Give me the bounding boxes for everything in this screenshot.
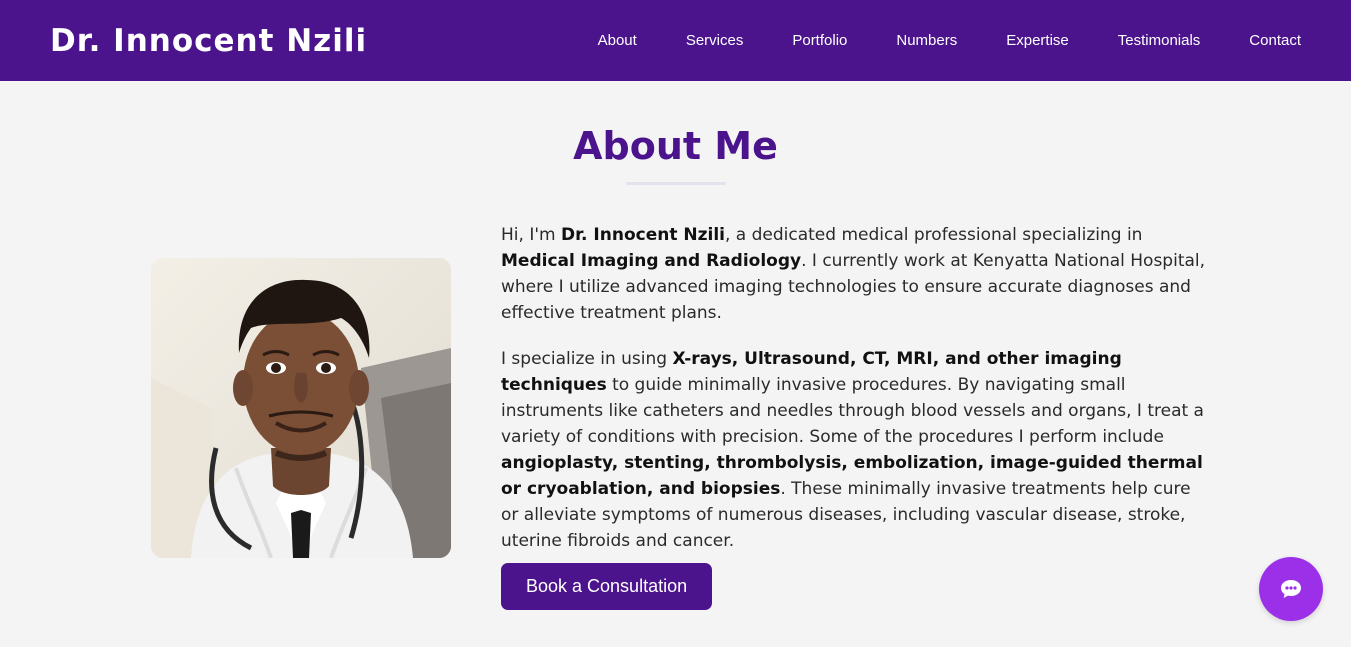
chat-bubble-icon [1281, 580, 1301, 598]
site-header: Dr. Innocent Nzili About Services Portfo… [0, 0, 1351, 81]
chat-button[interactable] [1259, 557, 1323, 621]
main-nav: About Services Portfolio Numbers Experti… [598, 32, 1301, 49]
p1-segment: Hi, I'm [501, 225, 561, 245]
about-text: Hi, I'm Dr. Innocent Nzili, a dedicated … [501, 222, 1206, 574]
nav-services[interactable]: Services [686, 32, 744, 49]
section-title: About Me [573, 124, 778, 168]
nav-expertise[interactable]: Expertise [1006, 32, 1069, 49]
site-brand[interactable]: Dr. Innocent Nzili [50, 23, 367, 59]
portrait-illustration [151, 258, 451, 558]
nav-portfolio[interactable]: Portfolio [792, 32, 847, 49]
about-paragraph-2: I specialize in using X-rays, Ultrasound… [501, 346, 1206, 554]
title-underline [626, 182, 726, 185]
nav-about[interactable]: About [598, 32, 637, 49]
nav-numbers[interactable]: Numbers [896, 32, 957, 49]
about-paragraph-1: Hi, I'm Dr. Innocent Nzili, a dedicated … [501, 222, 1206, 326]
profile-photo [151, 258, 451, 558]
p2-segment: I specialize in using [501, 349, 673, 369]
doctor-name: Dr. Innocent Nzili [560, 225, 725, 245]
book-consultation-button[interactable]: Book a Consultation [501, 563, 713, 610]
specialty: Medical Imaging and Radiology [501, 251, 802, 271]
p1-segment: , a dedicated medical professional speci… [724, 225, 1143, 245]
nav-testimonials[interactable]: Testimonials [1118, 32, 1201, 49]
p2-segment: to guide minimally invasive procedures. … [501, 375, 1204, 447]
nav-contact[interactable]: Contact [1249, 32, 1301, 49]
